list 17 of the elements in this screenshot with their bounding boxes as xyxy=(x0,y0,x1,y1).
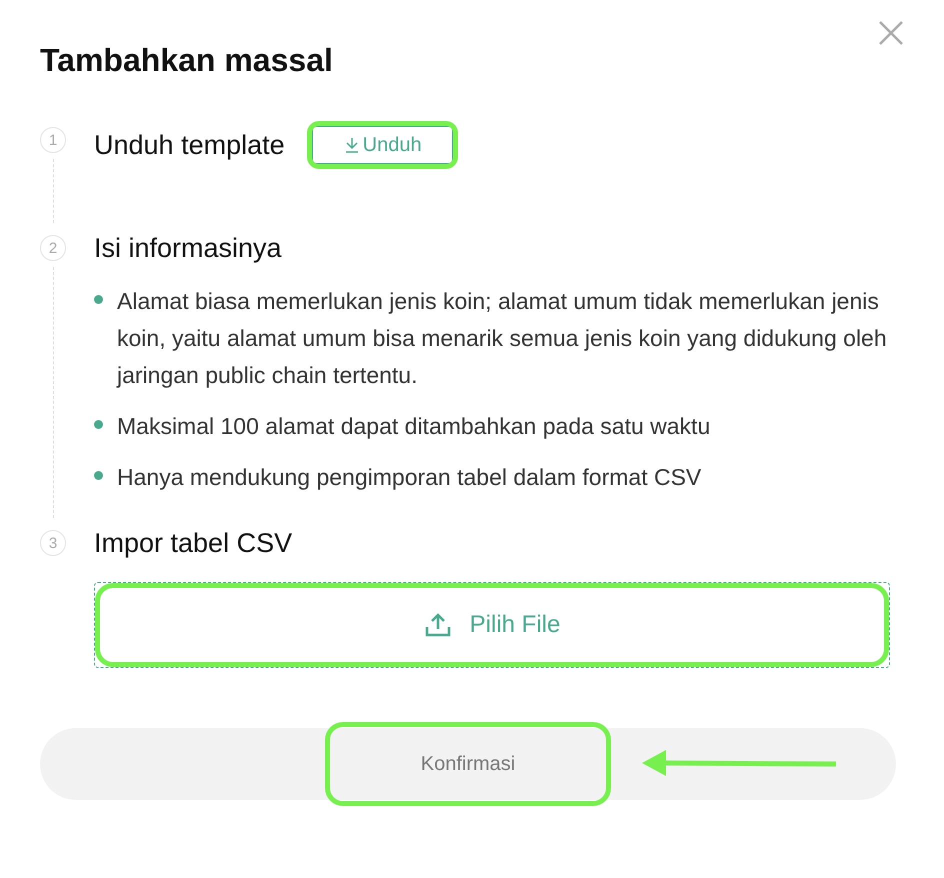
bullet-dot xyxy=(94,420,103,429)
step-label: Unduh template xyxy=(94,130,285,160)
upload-icon xyxy=(424,612,452,638)
step-label: Isi informasinya xyxy=(94,232,282,264)
step-number: 2 xyxy=(40,235,66,261)
info-text: Alamat biasa memerlukan jenis koin; alamat umum tidak memerlukan jenis koin, yaitu alamat umum bisa menarik semua jenis koin yang didukung oleh jaringan public chain tertentu. xyxy=(117,287,888,390)
bullet-dot xyxy=(94,295,103,304)
dialog-title: Tambahkan massal xyxy=(40,42,334,79)
choose-file-button[interactable]: Pilih File xyxy=(95,583,889,667)
step-number: 1 xyxy=(40,127,66,153)
info-text: Maksimal 100 alamat dapat ditambahkan pada satu waktu xyxy=(117,412,710,441)
step-number: 3 xyxy=(40,530,66,556)
close-icon[interactable] xyxy=(878,20,904,46)
bullet-dot xyxy=(94,471,103,480)
step-label: Impor tabel CSV xyxy=(94,528,292,558)
download-button[interactable]: Unduh xyxy=(312,126,453,164)
info-text: Hanya mendukung pengimporan tabel dalam format CSV xyxy=(117,463,702,492)
